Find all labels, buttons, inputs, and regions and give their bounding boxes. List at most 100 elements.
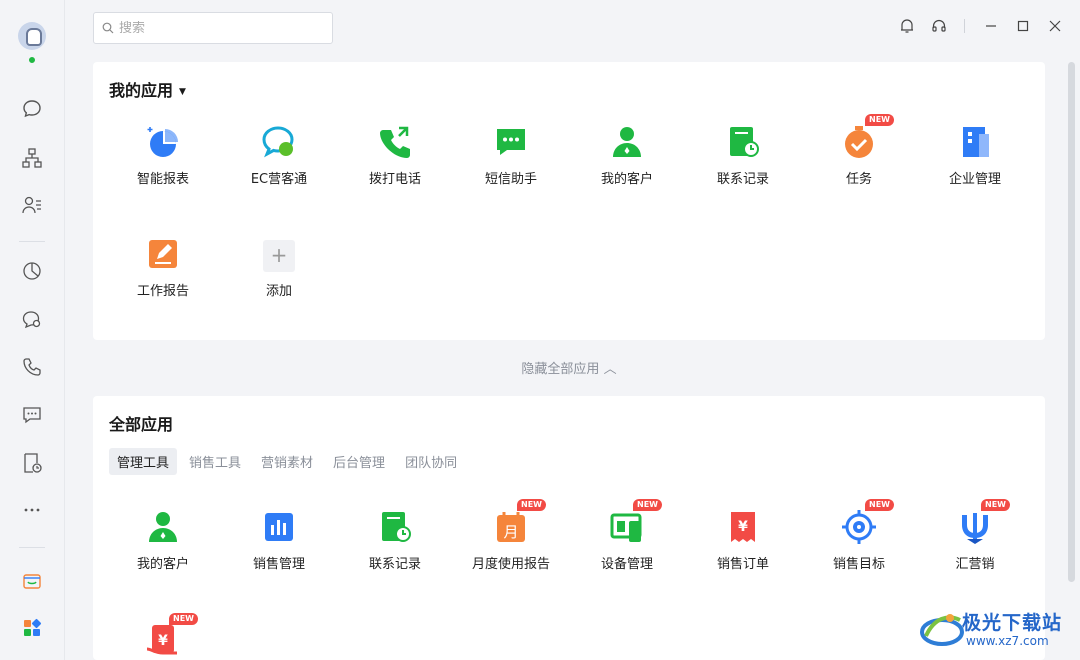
search-icon <box>102 22 114 34</box>
my-apps-title-text: 我的应用 <box>109 81 174 100</box>
avatar[interactable] <box>18 22 46 50</box>
calendar-month-icon: 月 NEW <box>493 499 546 545</box>
app-my-customers[interactable]: 我的客户 <box>108 509 218 572</box>
app-dial-phone[interactable]: 拨打电话 <box>340 124 450 187</box>
record-clock-icon <box>725 124 761 160</box>
app-tasks[interactable]: NEW 任务 <box>804 114 914 187</box>
rail-divider <box>19 547 45 548</box>
app-ec-yingketong[interactable]: EC营客通 <box>224 124 334 187</box>
app-partial-next[interactable]: ¥ NEW <box>108 613 218 659</box>
app-label: 我的客户 <box>136 557 189 572</box>
app-enterprise-management[interactable]: 企业管理 <box>920 124 1030 187</box>
all-apps-card: 全部应用 管理工具 销售工具 营销素材 后台管理 团队协同 我的客户 销售管理 … <box>93 396 1045 660</box>
online-status-dot <box>27 55 37 65</box>
contacts-icon[interactable] <box>20 193 44 217</box>
svg-text:月: 月 <box>503 523 518 541</box>
svg-text:¥: ¥ <box>158 633 168 649</box>
new-badge: NEW <box>865 499 894 511</box>
pie-chart-icon <box>145 124 181 160</box>
app-label: 设备管理 <box>600 557 653 572</box>
app-contact-records[interactable]: 联系记录 <box>340 509 450 572</box>
app-add[interactable]: + 添加 <box>224 240 334 299</box>
headset-icon[interactable] <box>929 16 949 36</box>
new-badge: NEW <box>517 499 546 511</box>
app-sales-orders[interactable]: ¥ 销售订单 <box>688 509 798 572</box>
maximize-icon[interactable] <box>1013 16 1033 36</box>
app-sales-management[interactable]: 销售管理 <box>224 509 334 572</box>
app-label: 我的客户 <box>600 172 653 187</box>
minimize-icon[interactable] <box>981 16 1001 36</box>
phone-icon[interactable] <box>20 355 44 379</box>
app-label: 短信助手 <box>484 172 537 187</box>
app-label: 企业管理 <box>948 172 1001 187</box>
task-timer-icon: NEW <box>841 114 894 160</box>
chat-icon[interactable] <box>20 97 44 121</box>
app-label: 联系记录 <box>368 557 421 572</box>
app-sms-assistant[interactable]: 短信助手 <box>456 124 566 187</box>
app-my-customers[interactable]: 我的客户 <box>572 124 682 187</box>
all-apps-title: 全部应用 <box>109 415 174 434</box>
new-badge: NEW <box>633 499 662 511</box>
watermark-title: 极光下载站 <box>962 612 1063 634</box>
new-badge: NEW <box>865 114 894 126</box>
apps-grid-icon[interactable] <box>20 616 44 640</box>
customer-icon <box>609 124 645 160</box>
left-rail <box>0 0 65 660</box>
app-label: 联系记录 <box>716 172 769 187</box>
plus-icon[interactable]: + <box>263 240 295 272</box>
tab-management-tools[interactable]: 管理工具 <box>109 448 178 475</box>
yuan-hand-icon: ¥ NEW <box>145 613 198 659</box>
target-icon: NEW <box>841 499 894 545</box>
rail-divider <box>19 241 45 242</box>
app-contact-records[interactable]: 联系记录 <box>688 124 798 187</box>
record-clock-icon <box>377 509 413 545</box>
bell-icon[interactable] <box>897 16 917 36</box>
app-smart-report[interactable]: 智能报表 <box>108 124 218 187</box>
app-label: 拨打电话 <box>368 172 421 187</box>
caret-down-icon[interactable]: ▼ <box>179 87 186 97</box>
new-badge: NEW <box>981 499 1010 511</box>
scrollbar[interactable] <box>1068 62 1075 582</box>
building-icon <box>957 124 993 160</box>
tab-backend-management[interactable]: 后台管理 <box>325 448 393 475</box>
chevron-up-icon: ︿ <box>603 362 617 377</box>
app-label: EC营客通 <box>250 172 308 187</box>
tab-marketing-materials[interactable]: 营销素材 <box>253 448 321 475</box>
title-bar-divider <box>964 19 965 33</box>
watermark-logo-icon <box>920 614 964 646</box>
close-icon[interactable] <box>1045 16 1065 36</box>
store-icon[interactable] <box>20 568 44 592</box>
my-apps-card: 我的应用 ▼ 智能报表 EC营客通 拨打电话 短信助手 我的客户 联系记录 NE… <box>93 62 1045 340</box>
customer-chat-icon[interactable] <box>20 308 44 332</box>
more-icon[interactable] <box>20 498 44 522</box>
app-label: 销售订单 <box>716 557 769 572</box>
search-box[interactable] <box>93 12 333 44</box>
report-chart-icon[interactable] <box>20 259 44 283</box>
watermark-url: www.xz7.com <box>966 634 1049 648</box>
app-label: 销售目标 <box>832 557 885 572</box>
hui-marketing-logo-icon: NEW <box>957 499 1010 545</box>
sms-icon[interactable] <box>20 403 44 427</box>
order-yuan-icon: ¥ <box>725 509 761 545</box>
app-device-management[interactable]: NEW 设备管理 <box>572 499 682 572</box>
app-label: 添加 <box>265 284 292 299</box>
app-hui-marketing[interactable]: NEW 汇营销 <box>920 499 1030 572</box>
search-input[interactable] <box>119 20 319 36</box>
app-label: 月度使用报告 <box>471 557 550 572</box>
sms-bubble-icon <box>493 124 529 160</box>
org-structure-icon[interactable] <box>20 146 44 170</box>
hide-all-apps-toggle[interactable]: 隐藏全部应用 ︿ <box>93 358 1045 377</box>
phone-call-icon <box>377 124 413 160</box>
app-monthly-usage-report[interactable]: 月 NEW 月度使用报告 <box>456 499 566 572</box>
app-sales-target[interactable]: NEW 销售目标 <box>804 499 914 572</box>
work-report-pen-icon <box>145 236 181 272</box>
customer-icon <box>145 509 181 545</box>
contact-record-icon[interactable] <box>20 451 44 475</box>
app-work-report[interactable]: 工作报告 <box>108 236 218 299</box>
tab-team-collaboration[interactable]: 团队协同 <box>397 448 465 475</box>
app-label: 汇营销 <box>955 557 995 572</box>
wechat-bubble-icon <box>261 124 297 160</box>
new-badge: NEW <box>169 613 198 625</box>
tab-sales-tools[interactable]: 销售工具 <box>181 448 249 475</box>
my-apps-title[interactable]: 我的应用 ▼ <box>109 77 186 101</box>
